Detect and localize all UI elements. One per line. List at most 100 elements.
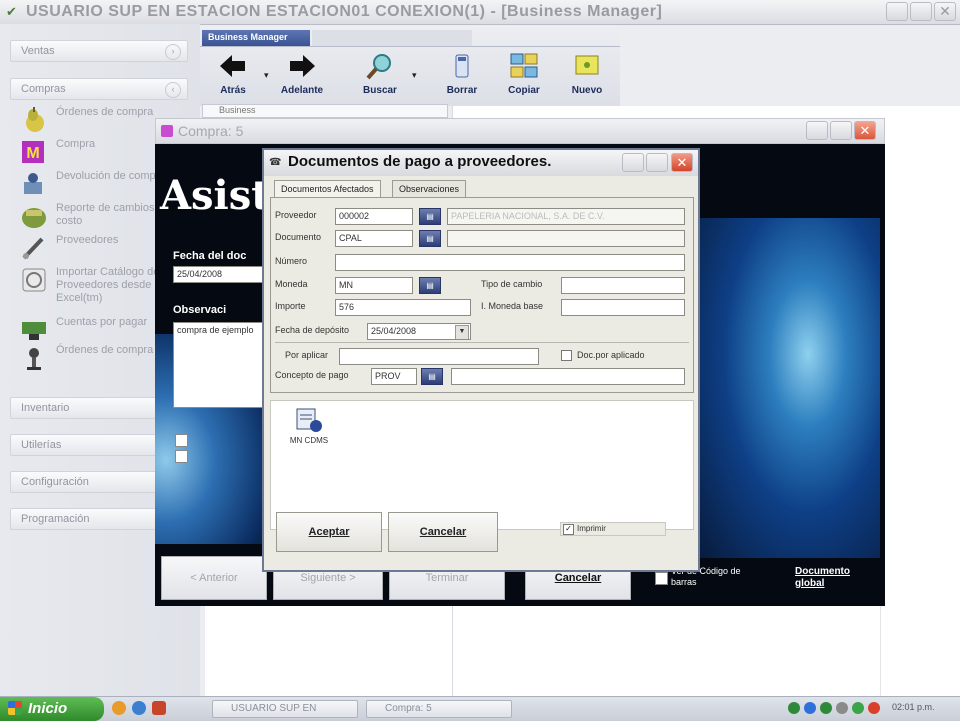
fecha-deposito-label: Fecha de depósito <box>275 325 350 335</box>
importe-field[interactable]: 576 <box>335 299 471 316</box>
tray-icon-4[interactable] <box>836 702 848 714</box>
documento-global-link[interactable]: Documento global <box>795 566 865 590</box>
erase-button[interactable]: Borrar <box>432 52 492 102</box>
pen-icon <box>22 237 44 260</box>
compra-minimize-button[interactable] <box>806 121 828 140</box>
new-icon <box>575 55 599 75</box>
imprimir-checkbox[interactable]: ✓ <box>563 524 574 535</box>
concepto-name-field <box>451 368 685 385</box>
file-item[interactable]: MN CDMS <box>289 407 329 445</box>
tab-observaciones[interactable]: Observaciones <box>392 180 467 198</box>
minimize-button[interactable] <box>886 2 908 21</box>
tray-icon-5[interactable] <box>852 702 864 714</box>
search-button[interactable]: Buscar <box>350 52 410 102</box>
breadcrumb[interactable]: Business <box>202 104 448 118</box>
toolbar-divider <box>200 46 620 47</box>
tray-icon-6[interactable] <box>868 702 880 714</box>
wizard-checkbox-1[interactable] <box>175 434 188 447</box>
payment-docs-dialog: ☎ Documentos de pago a proveedores. ✕ Do… <box>262 148 700 572</box>
arrow-right-icon <box>290 55 315 77</box>
concepto-lookup-button[interactable]: ▤ <box>421 368 443 385</box>
search-dropdown-icon[interactable]: ▾ <box>412 70 417 81</box>
dialog-title: Documentos de pago a proveedores. <box>288 153 552 170</box>
documento-label: Documento <box>275 232 322 242</box>
chevron-down-icon[interactable]: ▼ <box>455 325 469 339</box>
back-button[interactable]: Atrás <box>203 52 263 102</box>
content-area-lower <box>205 606 453 696</box>
chevron-up-icon[interactable]: ‹ <box>165 82 181 98</box>
moneda-field[interactable]: MN <box>335 277 413 294</box>
observaciones-field[interactable]: compra de ejemplo <box>173 322 265 408</box>
imprimir-option[interactable]: ✓ Imprimir <box>560 522 666 536</box>
compra-maximize-button[interactable] <box>830 121 852 140</box>
main-window-title: USUARIO SUP EN ESTACION ESTACION01 CONEX… <box>26 3 663 20</box>
sidebar-section-compras[interactable]: Compras ‹ <box>10 78 188 100</box>
sidebar-section-ventas[interactable]: Ventas › <box>10 40 188 62</box>
doc-aplicado-checkbox[interactable] <box>561 350 572 361</box>
proveedor-lookup-button[interactable]: ▤ <box>419 208 441 225</box>
proveedor-label: Proveedor <box>275 210 317 220</box>
dialog-icon: ☎ <box>269 157 282 168</box>
cancelar-button[interactable]: Cancelar <box>388 512 498 552</box>
tray-icon-2[interactable] <box>804 702 816 714</box>
task-compra[interactable]: Compra: 5 <box>366 700 512 718</box>
moneda-base-field[interactable] <box>561 299 685 316</box>
fecha-label: Fecha del doc <box>173 250 247 262</box>
quicklaunch-icon-1[interactable] <box>112 701 126 715</box>
proveedor-field[interactable]: 000002 <box>335 208 413 225</box>
moneda-lookup-button[interactable]: ▤ <box>419 277 441 294</box>
maximize-button[interactable] <box>910 2 932 21</box>
tipo-cambio-field[interactable] <box>561 277 685 294</box>
compra-title-bar[interactable]: Compra: 5 ✕ <box>155 118 885 144</box>
task-usuario[interactable]: USUARIO SUP EN <box>212 700 358 718</box>
file-label: MN CDMS <box>289 436 329 445</box>
observaciones-label: Observaci <box>173 304 227 316</box>
forward-button[interactable]: Adelante <box>272 52 332 102</box>
tab-secondary[interactable] <box>312 30 472 46</box>
start-button[interactable]: Inicio <box>0 697 104 721</box>
compra-close-button[interactable]: ✕ <box>854 121 876 140</box>
search-icon <box>366 54 391 80</box>
main-title-bar[interactable]: ✔ USUARIO SUP EN ESTACION ESTACION01 CON… <box>0 0 960 25</box>
dialog-maximize-button[interactable] <box>646 153 668 172</box>
svg-text:M: M <box>26 145 39 162</box>
por-aplicar-field[interactable] <box>339 348 539 365</box>
quicklaunch-icon-2[interactable] <box>132 701 146 715</box>
tab-business-manager[interactable]: Business Manager <box>202 30 310 46</box>
tray-icon-3[interactable] <box>820 702 832 714</box>
concepto-field[interactable]: PROV <box>371 368 417 385</box>
back-dropdown-icon[interactable]: ▾ <box>264 70 269 81</box>
start-label: Inicio <box>28 700 68 717</box>
money-icon <box>22 322 46 340</box>
wizard-checkbox-2[interactable] <box>175 450 188 463</box>
numero-field[interactable] <box>335 254 685 271</box>
fecha-field[interactable]: 25/04/2008 <box>173 266 265 283</box>
compra-window-icon <box>161 125 173 137</box>
aceptar-button[interactable]: Aceptar <box>276 512 382 552</box>
doc-aplicado-label: Doc.por aplicado <box>577 350 645 360</box>
close-button[interactable]: ✕ <box>934 2 956 21</box>
compra-window-title: Compra: 5 <box>178 123 244 139</box>
quicklaunch-icon-3[interactable] <box>152 701 166 715</box>
barcode-checkbox[interactable] <box>655 572 668 585</box>
erase-icon <box>455 54 469 78</box>
tab-documentos-afectados[interactable]: Documentos Afectados <box>274 180 381 198</box>
importe-label: Importe <box>275 301 306 311</box>
dialog-title-bar[interactable]: ☎ Documentos de pago a proveedores. ✕ <box>264 150 698 176</box>
anterior-button[interactable]: < Anterior <box>161 556 267 600</box>
documento-field[interactable]: CPAL <box>335 230 413 247</box>
documento-lookup-button[interactable]: ▤ <box>419 230 441 247</box>
dialog-close-button[interactable]: ✕ <box>671 153 693 172</box>
taskbar: Inicio USUARIO SUP EN Compra: 5 02:01 p.… <box>0 696 960 721</box>
numero-label: Número <box>275 256 308 266</box>
earth-image <box>700 218 880 558</box>
tipo-cambio-label: Tipo de cambio <box>481 279 543 289</box>
proveedor-name-field: PAPELERIA NACIONAL, S.A. DE C.V. <box>447 208 685 225</box>
new-button[interactable]: Nuevo <box>557 52 617 102</box>
chevron-down-icon[interactable]: › <box>165 44 181 60</box>
dialog-minimize-button[interactable] <box>622 153 644 172</box>
copy-button[interactable]: Copiar <box>494 52 554 102</box>
return-icon <box>24 173 42 194</box>
fecha-deposito-field[interactable]: 25/04/2008 ▼ <box>367 323 471 340</box>
tray-icon-1[interactable] <box>788 702 800 714</box>
